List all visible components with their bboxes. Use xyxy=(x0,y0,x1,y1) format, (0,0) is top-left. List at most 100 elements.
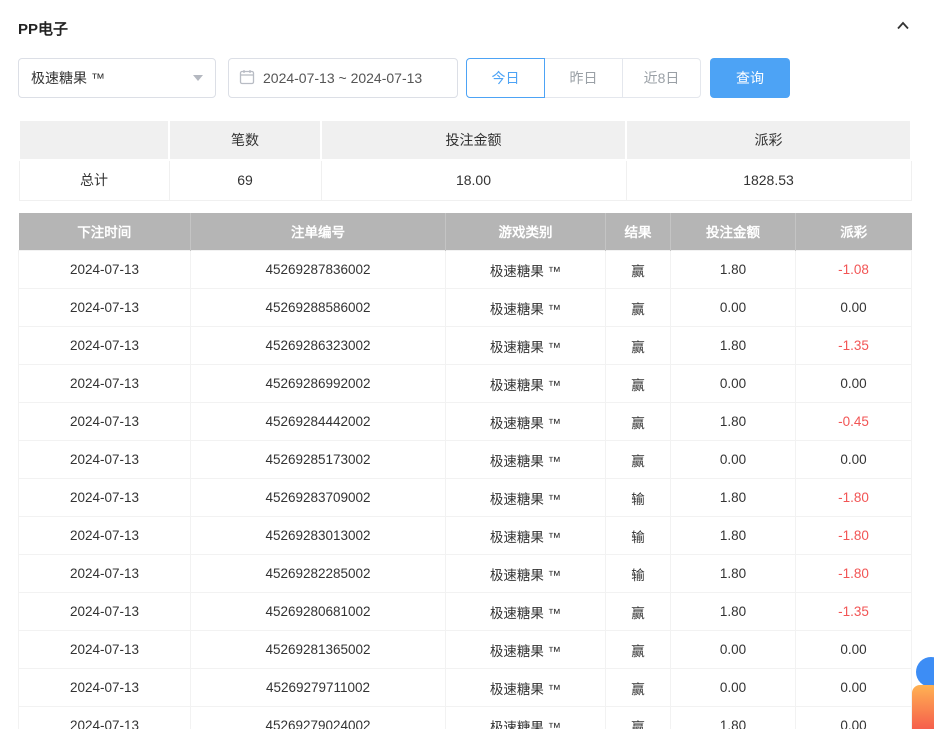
table-cell: 极速糖果 ™ xyxy=(446,593,606,631)
last-8-days-button[interactable]: 近8日 xyxy=(622,58,701,98)
summary-header-row: 笔数 投注金额 派彩 xyxy=(19,120,911,160)
table-cell: 极速糖果 ™ xyxy=(446,441,606,479)
table-cell: 2024-07-13 xyxy=(19,289,191,327)
table-cell: 45269287836002 xyxy=(191,251,446,289)
table-cell: 1.80 xyxy=(671,327,796,365)
table-cell: 0.00 xyxy=(796,631,912,669)
table-row: 2024-07-1345269279711002极速糖果 ™赢0.000.00 xyxy=(19,669,912,707)
table-cell: 极速糖果 ™ xyxy=(446,289,606,327)
table-cell: 1.80 xyxy=(671,555,796,593)
table-cell: 赢 xyxy=(606,707,671,729)
quick-buttons: 今日 昨日 近8日 xyxy=(466,58,701,98)
table-cell: 2024-07-13 xyxy=(19,251,191,289)
table-cell: 2024-07-13 xyxy=(19,403,191,441)
summary-total-count: 69 xyxy=(169,160,321,200)
collapse-button[interactable] xyxy=(894,18,912,39)
table-cell: 45269279024002 xyxy=(191,707,446,729)
table-row: 2024-07-1345269283709002极速糖果 ™输1.80-1.80 xyxy=(19,479,912,517)
table-cell: 1.80 xyxy=(671,251,796,289)
table-cell: 45269288586002 xyxy=(191,289,446,327)
page-title: PP电子 xyxy=(18,18,68,39)
table-cell: 0.00 xyxy=(671,365,796,403)
table-cell: 赢 xyxy=(606,593,671,631)
table-cell: 1.80 xyxy=(671,593,796,631)
table-row: 2024-07-1345269288586002极速糖果 ™赢0.000.00 xyxy=(19,289,912,327)
table-row: 2024-07-1345269286323002极速糖果 ™赢1.80-1.35 xyxy=(19,327,912,365)
table-cell: 赢 xyxy=(606,289,671,327)
table-cell: 输 xyxy=(606,555,671,593)
summary-header-payout: 派彩 xyxy=(626,120,911,160)
table-cell: 赢 xyxy=(606,403,671,441)
table-cell: 极速糖果 ™ xyxy=(446,631,606,669)
yesterday-button[interactable]: 昨日 xyxy=(544,58,623,98)
table-cell: 2024-07-13 xyxy=(19,555,191,593)
table-cell: 45269281365002 xyxy=(191,631,446,669)
table-cell: 输 xyxy=(606,517,671,555)
table-cell: -1.35 xyxy=(796,593,912,631)
table-cell: 45269284442002 xyxy=(191,403,446,441)
bet-table-header-row: 下注时间 注单编号 游戏类别 结果 投注金额 派彩 xyxy=(19,213,912,251)
table-cell: 2024-07-13 xyxy=(19,593,191,631)
summary-table: 笔数 投注金额 派彩 总计 69 18.00 1828.53 xyxy=(18,119,912,201)
table-cell: 1.80 xyxy=(671,403,796,441)
table-cell: 赢 xyxy=(606,631,671,669)
header-bet-time: 下注时间 xyxy=(19,213,191,251)
table-row: 2024-07-1345269281365002极速糖果 ™赢0.000.00 xyxy=(19,631,912,669)
panel-header: PP电子 xyxy=(18,0,912,38)
table-cell: 极速糖果 ™ xyxy=(446,707,606,729)
header-bet-amount: 投注金额 xyxy=(671,213,796,251)
game-select-value: 极速糖果 ™ xyxy=(31,68,105,88)
table-cell: 2024-07-13 xyxy=(19,669,191,707)
game-select[interactable]: 极速糖果 ™ xyxy=(18,58,216,98)
table-cell: -1.80 xyxy=(796,517,912,555)
summary-total-bet: 18.00 xyxy=(321,160,626,200)
table-row: 2024-07-1345269284442002极速糖果 ™赢1.80-0.45 xyxy=(19,403,912,441)
bet-records-table: 下注时间 注单编号 游戏类别 结果 投注金额 派彩 2024-07-134526… xyxy=(18,213,912,729)
table-cell: 极速糖果 ™ xyxy=(446,479,606,517)
table-cell: 45269283709002 xyxy=(191,479,446,517)
floating-service-button[interactable] xyxy=(912,685,934,729)
table-cell: 1.80 xyxy=(671,517,796,555)
table-cell: 0.00 xyxy=(671,631,796,669)
table-cell: 极速糖果 ™ xyxy=(446,403,606,441)
header-order-id: 注单编号 xyxy=(191,213,446,251)
table-cell: 赢 xyxy=(606,669,671,707)
table-cell: 0.00 xyxy=(671,289,796,327)
table-cell: 1.80 xyxy=(671,707,796,729)
header-payout: 派彩 xyxy=(796,213,912,251)
date-range-picker[interactable]: 2024-07-13 ~ 2024-07-13 xyxy=(228,58,458,98)
table-cell: -1.08 xyxy=(796,251,912,289)
today-button[interactable]: 今日 xyxy=(466,58,545,98)
table-cell: 2024-07-13 xyxy=(19,479,191,517)
table-cell: 极速糖果 ™ xyxy=(446,555,606,593)
table-cell: -1.35 xyxy=(796,327,912,365)
table-row: 2024-07-1345269285173002极速糖果 ™赢0.000.00 xyxy=(19,441,912,479)
search-button[interactable]: 查询 xyxy=(710,58,790,98)
table-cell: 0.00 xyxy=(796,707,912,729)
table-cell: 45269285173002 xyxy=(191,441,446,479)
table-cell: 2024-07-13 xyxy=(19,365,191,403)
table-cell: 45269286323002 xyxy=(191,327,446,365)
table-cell: 0.00 xyxy=(796,289,912,327)
table-row: 2024-07-1345269280681002极速糖果 ™赢1.80-1.35 xyxy=(19,593,912,631)
table-row: 2024-07-1345269287836002极速糖果 ™赢1.80-1.08 xyxy=(19,251,912,289)
table-cell: -1.80 xyxy=(796,555,912,593)
table-cell: 赢 xyxy=(606,441,671,479)
table-cell: 极速糖果 ™ xyxy=(446,251,606,289)
table-cell: -0.45 xyxy=(796,403,912,441)
table-cell: 2024-07-13 xyxy=(19,517,191,555)
pp-electronic-panel: PP电子 极速糖果 ™ 2024-07-13 ~ 2024-07-13 今日 昨… xyxy=(0,0,934,729)
table-cell: 45269279711002 xyxy=(191,669,446,707)
table-cell: 0.00 xyxy=(796,365,912,403)
table-row: 2024-07-1345269279024002极速糖果 ™赢1.800.00 xyxy=(19,707,912,729)
table-cell: 0.00 xyxy=(796,441,912,479)
table-cell: 0.00 xyxy=(671,669,796,707)
table-cell: 极速糖果 ™ xyxy=(446,365,606,403)
summary-header-count: 笔数 xyxy=(169,120,321,160)
summary-header-blank xyxy=(19,120,169,160)
table-cell: 45269282285002 xyxy=(191,555,446,593)
table-cell: 0.00 xyxy=(796,669,912,707)
table-cell: 2024-07-13 xyxy=(19,441,191,479)
filter-bar: 极速糖果 ™ 2024-07-13 ~ 2024-07-13 今日 昨日 近8日… xyxy=(18,58,912,98)
table-cell: 45269283013002 xyxy=(191,517,446,555)
